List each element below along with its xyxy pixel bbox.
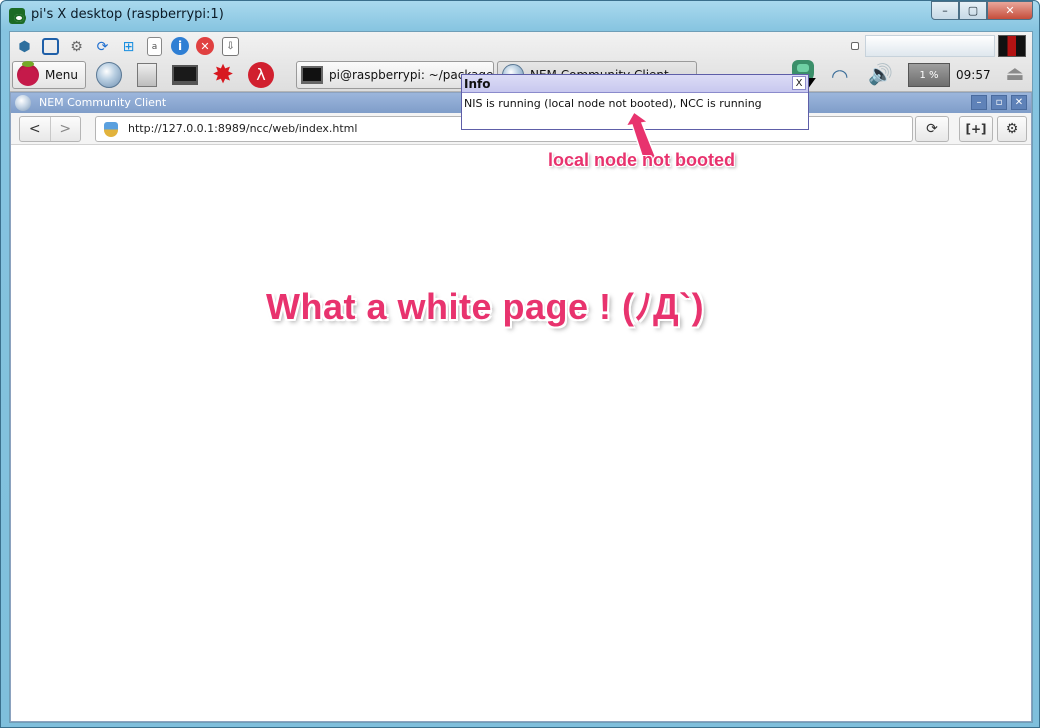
refresh-icon[interactable]: ⟳ — [92, 36, 113, 57]
close-red-icon[interactable]: ✕ — [196, 37, 214, 55]
nem-window-controls: – ▫ ✕ — [971, 95, 1027, 110]
site-shield-icon — [104, 122, 118, 137]
main-menu-button[interactable]: Menu — [12, 61, 86, 89]
quick-launch-bar: ⬢ ⚙ ⟳ ⊞ a i ✕ ⇩ — [10, 36, 241, 58]
url-text[interactable]: http://127.0.0.1:8989/ncc/web/index.html — [128, 122, 357, 135]
transfer-icon[interactable]: ⇩ — [222, 37, 239, 56]
info-popup-header: Info X — [462, 75, 808, 93]
vnc-titlebar[interactable]: pi's X desktop (raspberrypi:1) – ▢ ✕ — [1, 1, 1039, 31]
info-popup-message: NIS is running (local node not booted), … — [464, 97, 762, 110]
maximize-button[interactable]: ▢ — [959, 1, 987, 20]
app-launchers: ✸ λ — [94, 61, 276, 89]
window-controls: – ▢ ✕ — [931, 1, 1033, 21]
menu-label: Menu — [45, 68, 78, 82]
back-button[interactable]: < — [20, 117, 51, 141]
cpu-usage-monitor[interactable]: 1 % — [908, 63, 950, 87]
tray-indicator-icon[interactable] — [851, 42, 859, 50]
nem-client-window: NEM Community Client – ▫ ✕ < > http://12… — [10, 92, 1032, 722]
nem-window-title: NEM Community Client — [39, 96, 167, 109]
raspberry-pi-icon — [17, 61, 39, 86]
nem-maximize-button[interactable]: ▫ — [991, 95, 1007, 110]
minimize-button[interactable]: – — [931, 1, 959, 20]
annotation-local-node: local node not booted — [548, 150, 735, 170]
remote-desktop: ⬢ ⚙ ⟳ ⊞ a i ✕ ⇩ Menu ✸ λ pi@raspberrypi:… — [9, 31, 1033, 723]
history-buttons: < > — [19, 116, 81, 142]
wolfram-icon[interactable]: ✸ — [208, 61, 238, 89]
terminal-icon[interactable] — [170, 61, 200, 89]
new-tab-button[interactable]: [+] — [959, 116, 993, 142]
file-manager-icon[interactable] — [132, 61, 162, 89]
nem-close-button[interactable]: ✕ — [1011, 95, 1027, 110]
flag-icon[interactable] — [998, 35, 1026, 57]
fullscreen-icon[interactable] — [42, 38, 59, 55]
network-icon[interactable]: ⬢ — [14, 36, 35, 57]
terminal-icon — [301, 66, 323, 84]
info-icon[interactable]: i — [171, 37, 189, 55]
globe-icon — [15, 95, 31, 111]
tray-field — [865, 35, 995, 57]
annotation-white-page: What a white page ! (ﾉД`) — [266, 286, 705, 327]
clock[interactable]: 09:57 — [956, 68, 991, 82]
vnc-app-icon — [9, 8, 26, 24]
vnc-window-title: pi's X desktop (raspberrypi:1) — [31, 7, 224, 22]
browser-settings-button[interactable]: ⚙ — [997, 116, 1027, 142]
forward-button[interactable]: > — [51, 117, 81, 141]
blank-page-content — [11, 146, 1031, 721]
wifi-icon[interactable]: ◜◝ — [832, 64, 848, 88]
nem-minimize-button[interactable]: – — [971, 95, 987, 110]
info-popup-title: Info — [464, 77, 491, 91]
volume-icon[interactable]: 🔊 — [868, 62, 893, 86]
settings-gear-icon[interactable]: ⚙ — [66, 36, 87, 57]
reload-button[interactable]: ⟳ — [915, 116, 949, 142]
close-button[interactable]: ✕ — [987, 1, 1033, 20]
document-icon[interactable]: a — [147, 37, 162, 56]
windows-icon[interactable]: ⊞ — [118, 36, 139, 57]
mathematica-icon[interactable]: λ — [246, 61, 276, 89]
info-popup-close-button[interactable]: X — [792, 76, 806, 90]
web-browser-icon[interactable] — [94, 61, 124, 89]
eject-icon[interactable]: ⏏ — [1004, 62, 1026, 84]
